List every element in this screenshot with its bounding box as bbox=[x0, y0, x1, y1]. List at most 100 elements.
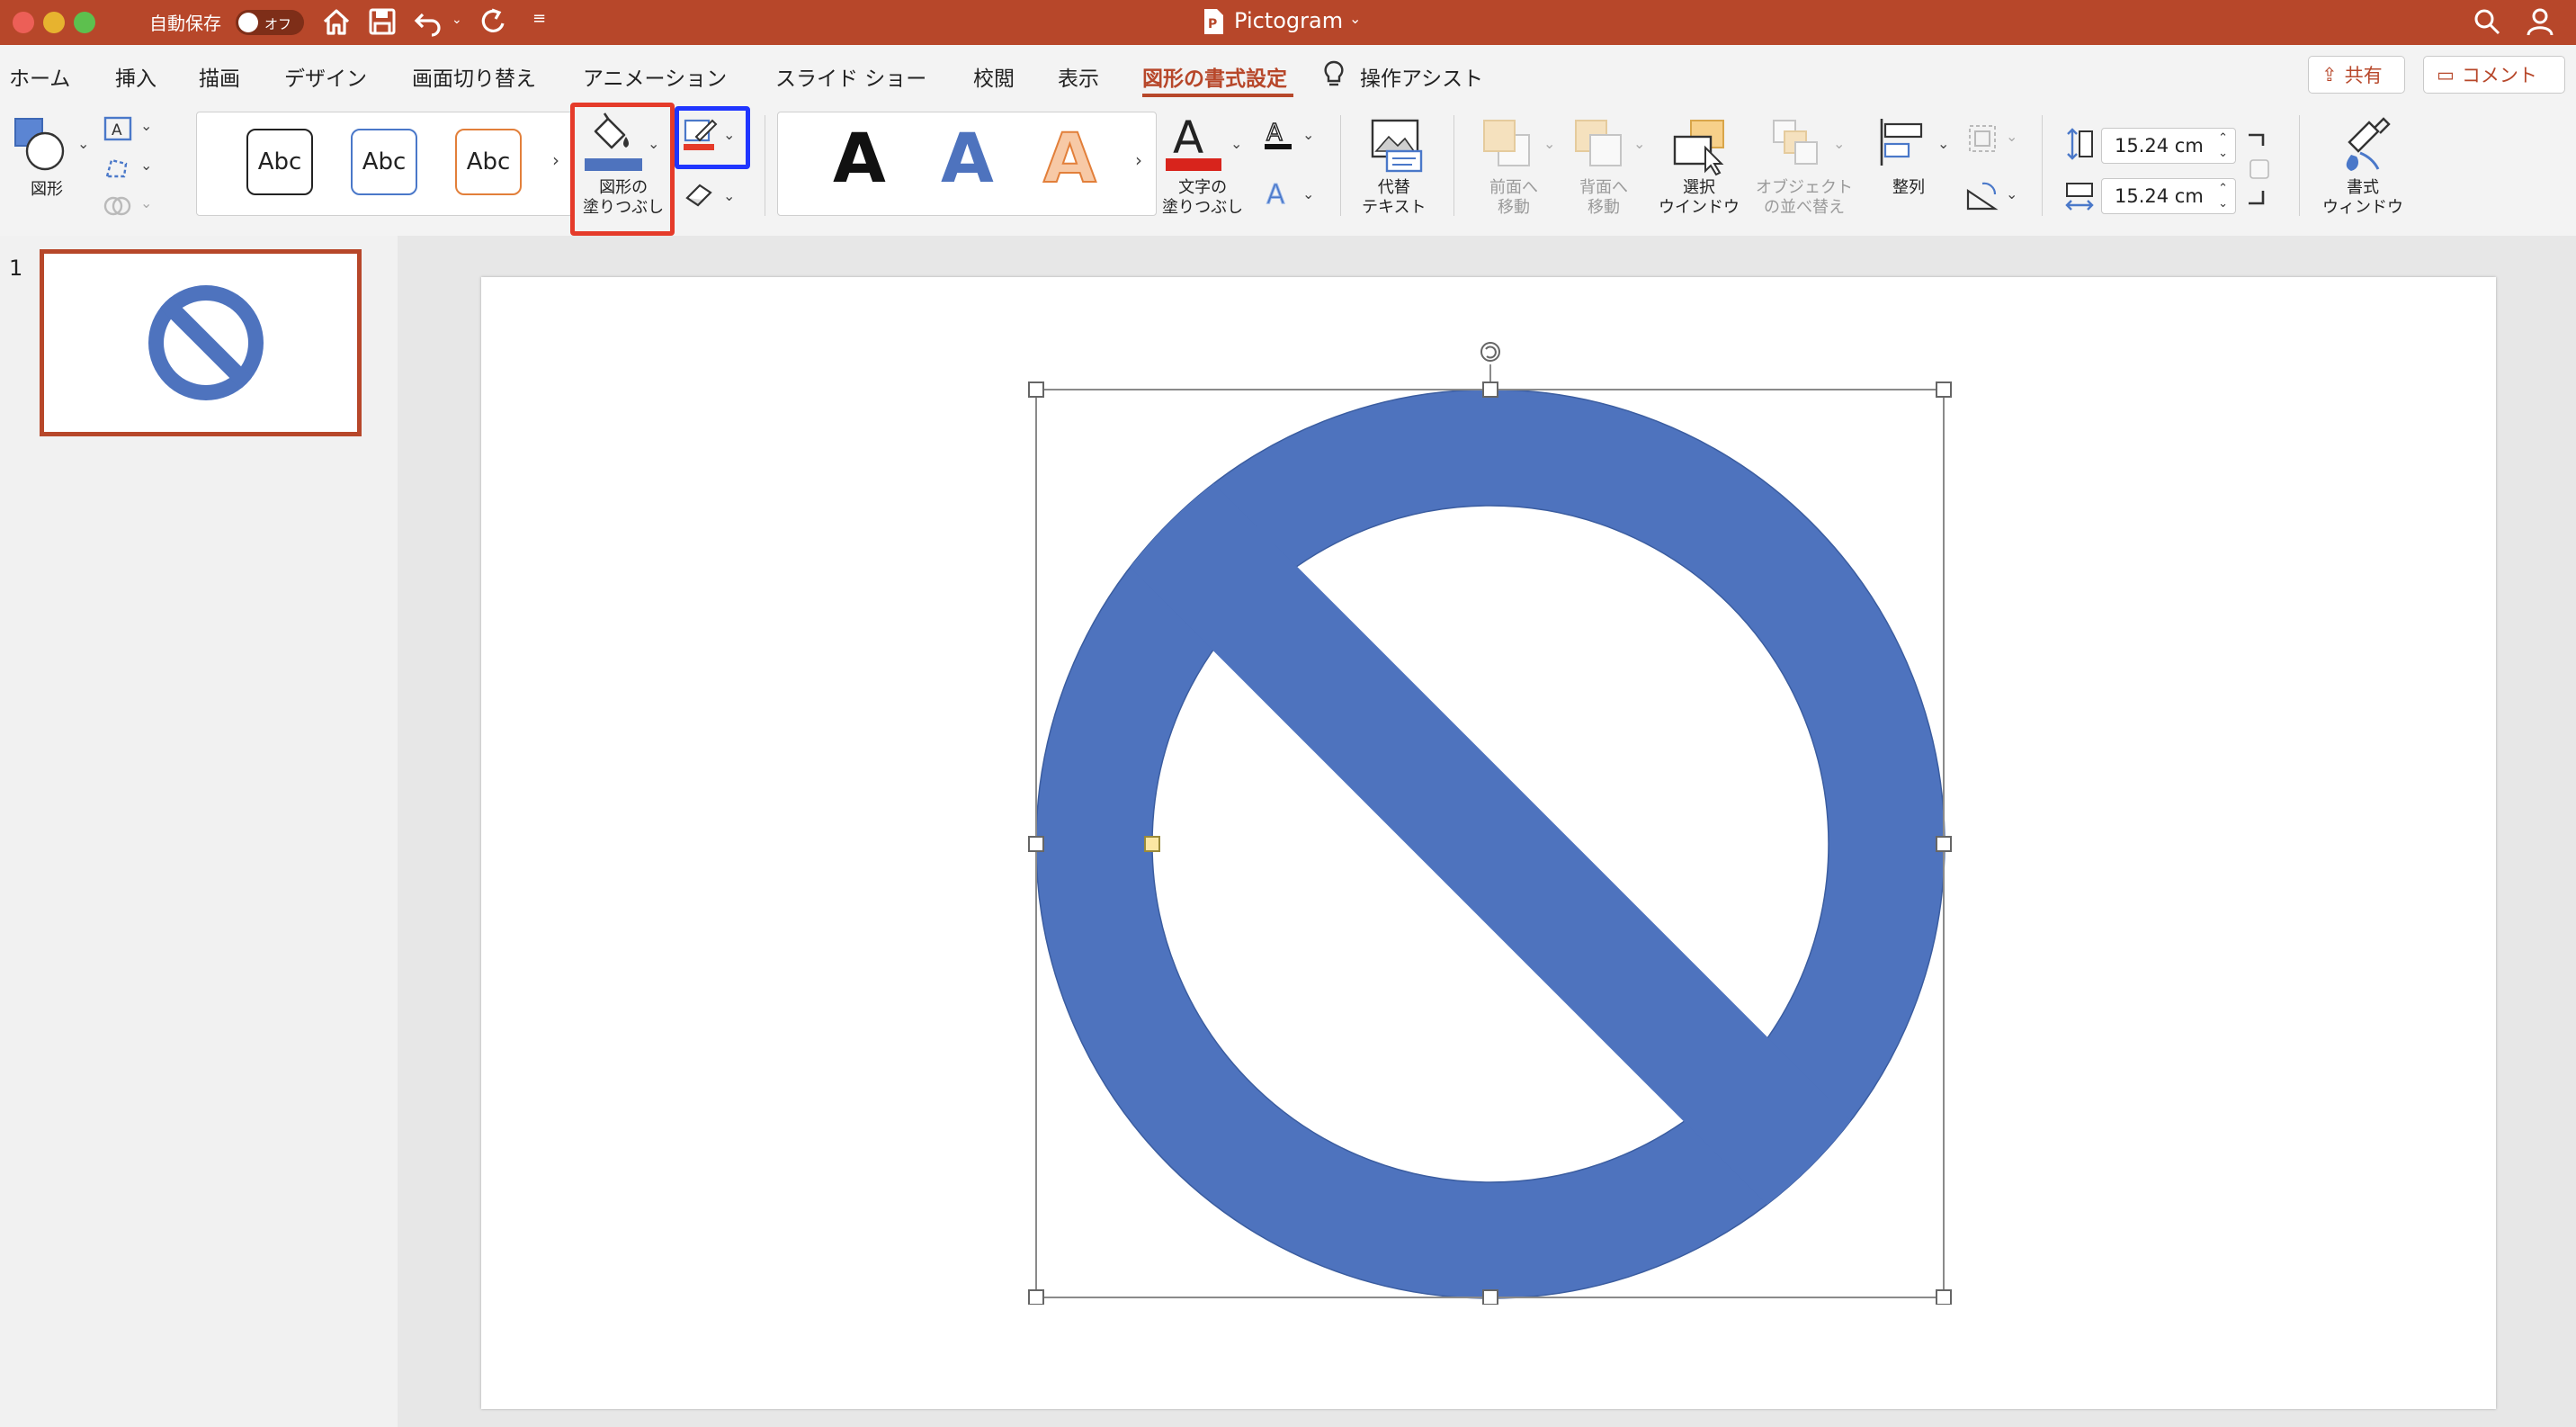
lock-aspect-ratio-icon[interactable] bbox=[2245, 131, 2272, 211]
align-chevron-icon[interactable]: ⌄ bbox=[1937, 135, 1949, 152]
text-outline-icon[interactable]: A bbox=[1261, 117, 1297, 155]
text-fill-chevron-icon[interactable]: ⌄ bbox=[1230, 135, 1242, 152]
text-box-icon[interactable]: A bbox=[103, 115, 133, 146]
shapes-dropdown-chevron-icon[interactable]: ⌄ bbox=[77, 135, 89, 152]
person-icon[interactable] bbox=[2524, 5, 2556, 38]
reorder-objects-icon[interactable] bbox=[1770, 117, 1824, 175]
reorder-objects-chevron-icon[interactable]: ⌄ bbox=[1833, 135, 1845, 152]
text-effects-icon[interactable]: A bbox=[1261, 176, 1297, 214]
close-window-button[interactable] bbox=[13, 12, 34, 33]
tab-view[interactable]: 表示 bbox=[1058, 61, 1099, 92]
resize-handle-right[interactable] bbox=[1936, 836, 1952, 852]
resize-handle-top[interactable] bbox=[1482, 381, 1498, 398]
edit-shape-chevron-icon[interactable]: ⌄ bbox=[140, 157, 152, 174]
shape-height-input[interactable]: 15.24 cm ⌃ ⌄ bbox=[2101, 128, 2236, 164]
bring-forward-label-line1: 前面へ bbox=[1489, 178, 1538, 197]
send-backward-chevron-icon[interactable]: ⌄ bbox=[1633, 135, 1645, 152]
svg-text:A: A bbox=[1266, 120, 1283, 147]
share-icon: ⇪ bbox=[2321, 64, 2338, 85]
undo-icon[interactable] bbox=[412, 5, 444, 38]
share-button[interactable]: ⇪ 共有 bbox=[2308, 56, 2405, 94]
zoom-window-button[interactable] bbox=[74, 12, 95, 33]
minimize-window-button[interactable] bbox=[43, 12, 65, 33]
svg-text:A: A bbox=[1266, 179, 1285, 211]
styles-gallery-more-icon[interactable]: › bbox=[552, 149, 559, 171]
send-backward-icon[interactable] bbox=[1572, 117, 1626, 175]
tell-me-assist[interactable]: 操作アシスト bbox=[1360, 61, 1483, 92]
bring-forward-chevron-icon[interactable]: ⌄ bbox=[1543, 135, 1555, 152]
group-objects-chevron-icon[interactable]: ⌄ bbox=[2006, 128, 2017, 145]
send-backward-label[interactable]: 背面へ 移動 bbox=[1579, 178, 1628, 218]
wordart-style-orange[interactable]: A bbox=[1042, 123, 1097, 193]
shapes-label: 図形 bbox=[31, 180, 63, 199]
tab-shape-format[interactable]: 図形の書式設定 bbox=[1142, 61, 1287, 92]
text-fill-label[interactable]: 文字の 塗りつぶし bbox=[1162, 178, 1243, 218]
merge-shapes-chevron-icon[interactable]: ⌄ bbox=[140, 194, 152, 211]
shape-style-dark[interactable]: Abc bbox=[246, 129, 313, 195]
tab-animations[interactable]: アニメーション bbox=[583, 61, 727, 92]
comment-button[interactable]: ▭ コメント bbox=[2423, 56, 2565, 94]
shape-style-blue[interactable]: Abc bbox=[351, 129, 417, 195]
rotation-handle-icon[interactable] bbox=[1480, 342, 1500, 362]
align-icon[interactable] bbox=[1876, 115, 1930, 173]
resize-handle-left[interactable] bbox=[1028, 836, 1044, 852]
resize-handle-top-right[interactable] bbox=[1936, 381, 1952, 398]
slide-thumbnail[interactable] bbox=[40, 249, 362, 436]
insert-shapes-icon[interactable] bbox=[13, 115, 70, 178]
group-objects-icon[interactable] bbox=[1964, 121, 2000, 160]
shape-width-input[interactable]: 15.24 cm ⌃ ⌄ bbox=[2101, 178, 2236, 214]
merge-shapes-icon[interactable] bbox=[103, 193, 133, 223]
tab-design[interactable]: デザイン bbox=[284, 61, 367, 92]
edit-shape-icon[interactable] bbox=[103, 155, 133, 185]
format-pane-label-line2: ウィンドウ bbox=[2322, 198, 2403, 217]
title-chevron-icon[interactable]: ⌄ bbox=[1349, 10, 1361, 27]
tab-slideshow[interactable]: スライド ショー bbox=[775, 61, 926, 92]
reorder-objects-label[interactable]: オブジェクト の並べ替え bbox=[1756, 178, 1853, 218]
shape-style-orange[interactable]: Abc bbox=[455, 129, 522, 195]
tab-insert[interactable]: 挿入 bbox=[115, 61, 157, 92]
adjustment-handle[interactable] bbox=[1144, 836, 1160, 852]
rotate-icon[interactable] bbox=[1964, 178, 2000, 218]
active-tab-indicator bbox=[1142, 94, 1293, 97]
alt-text-icon[interactable] bbox=[1367, 115, 1427, 178]
redo-icon[interactable] bbox=[477, 5, 509, 38]
alt-text-label[interactable]: 代替 テキスト bbox=[1362, 178, 1426, 218]
wordart-style-blue[interactable]: A bbox=[941, 124, 994, 193]
ribbon-separator bbox=[2042, 115, 2043, 216]
customize-toolbar-chevron-icon[interactable]: ≡ bbox=[532, 9, 546, 28]
tab-transitions[interactable]: 画面切り替え bbox=[412, 61, 536, 92]
format-pane-label[interactable]: 書式 ウィンドウ bbox=[2322, 178, 2403, 218]
rotate-chevron-icon[interactable]: ⌄ bbox=[2006, 185, 2017, 202]
align-label[interactable]: 整列 bbox=[1892, 178, 1925, 198]
shape-effects-chevron-icon[interactable]: ⌄ bbox=[723, 187, 735, 204]
text-outline-chevron-icon[interactable]: ⌄ bbox=[1302, 126, 1314, 143]
text-box-chevron-icon[interactable]: ⌄ bbox=[140, 117, 152, 134]
width-stepper-icon[interactable]: ⌃ ⌄ bbox=[2218, 181, 2228, 211]
text-fill-icon[interactable]: A bbox=[1162, 112, 1225, 178]
tab-draw[interactable]: 描画 bbox=[199, 61, 240, 92]
alt-text-label-line2: テキスト bbox=[1362, 198, 1427, 217]
height-stepper-icon[interactable]: ⌃ ⌄ bbox=[2218, 130, 2228, 161]
tab-review[interactable]: 校閲 bbox=[973, 61, 1015, 92]
resize-handle-top-left[interactable] bbox=[1028, 381, 1044, 398]
text-effects-chevron-icon[interactable]: ⌄ bbox=[1302, 185, 1314, 202]
shape-effects-icon[interactable] bbox=[684, 180, 718, 211]
search-icon[interactable] bbox=[2472, 6, 2502, 37]
selection-pane-icon[interactable] bbox=[1671, 117, 1731, 180]
powerpoint-document-icon: P bbox=[1202, 8, 1225, 35]
format-pane-icon[interactable] bbox=[2339, 115, 2398, 180]
autosave-toggle[interactable]: オフ bbox=[236, 10, 304, 35]
undo-dropdown-chevron-icon[interactable]: ⌄ bbox=[452, 13, 462, 27]
tab-home[interactable]: ホーム bbox=[9, 61, 70, 92]
bring-forward-label[interactable]: 前面へ 移動 bbox=[1489, 178, 1538, 218]
resize-handle-bottom[interactable] bbox=[1482, 1289, 1498, 1305]
resize-handle-bottom-right[interactable] bbox=[1936, 1289, 1952, 1305]
wordart-gallery-more-icon[interactable]: › bbox=[1135, 149, 1142, 171]
prohibition-shape[interactable] bbox=[1035, 389, 1945, 1299]
bring-forward-icon[interactable] bbox=[1480, 117, 1534, 175]
save-icon[interactable] bbox=[367, 6, 398, 37]
home-icon[interactable] bbox=[320, 5, 353, 38]
wordart-style-black[interactable]: A bbox=[833, 124, 886, 193]
selection-pane-label[interactable]: 選択 ウインドウ bbox=[1659, 178, 1740, 218]
resize-handle-bottom-left[interactable] bbox=[1028, 1289, 1044, 1305]
